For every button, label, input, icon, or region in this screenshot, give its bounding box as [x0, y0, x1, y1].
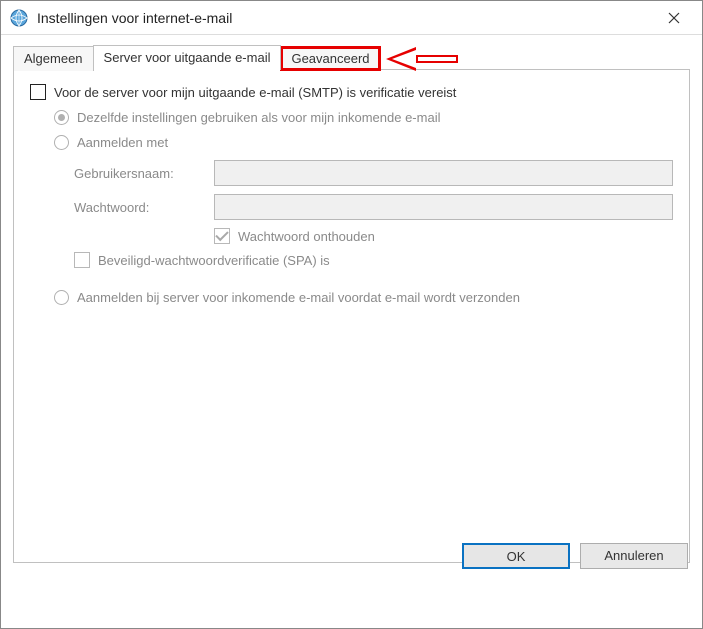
tab-strip: Algemeen Server voor uitgaande e-mail Ge…	[13, 45, 690, 70]
radio-same-settings[interactable]	[54, 110, 69, 125]
tab-outgoing-server[interactable]: Server voor uitgaande e-mail	[93, 45, 282, 70]
login-credentials-group: Gebruikersnaam: Wachtwoord: Wachtwoord o…	[74, 160, 673, 244]
radio-login-with[interactable]	[54, 135, 69, 150]
tab-panel-outgoing: Voor de server voor mijn uitgaande e-mai…	[13, 69, 690, 563]
content-area: Algemeen Server voor uitgaande e-mail Ge…	[1, 35, 702, 580]
label-username: Gebruikersnaam:	[74, 166, 214, 181]
row-login-with: Aanmelden met	[54, 135, 673, 150]
label-same-settings: Dezelfde instellingen gebruiken als voor…	[77, 110, 440, 125]
ok-button[interactable]: OK	[462, 543, 570, 569]
row-smtp-auth: Voor de server voor mijn uitgaande e-mai…	[30, 84, 673, 100]
label-incoming-first: Aanmelden bij server voor inkomende e-ma…	[77, 290, 520, 305]
input-password[interactable]	[214, 194, 673, 220]
titlebar: Instellingen voor internet-e-mail	[1, 1, 702, 35]
row-same-settings: Dezelfde instellingen gebruiken als voor…	[54, 110, 673, 125]
label-password: Wachtwoord:	[74, 200, 214, 215]
label-spa: Beveiligd-wachtwoordverificatie (SPA) is	[98, 253, 330, 268]
tab-general[interactable]: Algemeen	[13, 46, 94, 71]
tab-advanced-label: Geavanceerd	[291, 51, 369, 66]
label-login-with: Aanmelden met	[77, 135, 168, 150]
input-username[interactable]	[214, 160, 673, 186]
label-smtp-auth: Voor de server voor mijn uitgaande e-mai…	[54, 85, 456, 100]
cancel-button[interactable]: Annuleren	[580, 543, 688, 569]
window-title: Instellingen voor internet-e-mail	[37, 10, 654, 26]
radio-incoming-first[interactable]	[54, 290, 69, 305]
row-username: Gebruikersnaam:	[74, 160, 673, 186]
dialog-footer: OK Annuleren	[1, 532, 702, 580]
app-icon	[9, 8, 29, 28]
row-spa: Beveiligd-wachtwoordverificatie (SPA) is	[74, 252, 673, 268]
row-incoming-first: Aanmelden bij server voor inkomende e-ma…	[54, 290, 673, 305]
close-button[interactable]	[654, 4, 694, 32]
label-remember-password: Wachtwoord onthouden	[238, 229, 375, 244]
row-remember-password: Wachtwoord onthouden	[214, 228, 673, 244]
checkbox-spa[interactable]	[74, 252, 90, 268]
row-password: Wachtwoord:	[74, 194, 673, 220]
checkbox-remember-password[interactable]	[214, 228, 230, 244]
annotation-arrow-icon	[386, 47, 458, 74]
checkbox-smtp-auth[interactable]	[30, 84, 46, 100]
tab-advanced[interactable]: Geavanceerd	[280, 46, 380, 71]
